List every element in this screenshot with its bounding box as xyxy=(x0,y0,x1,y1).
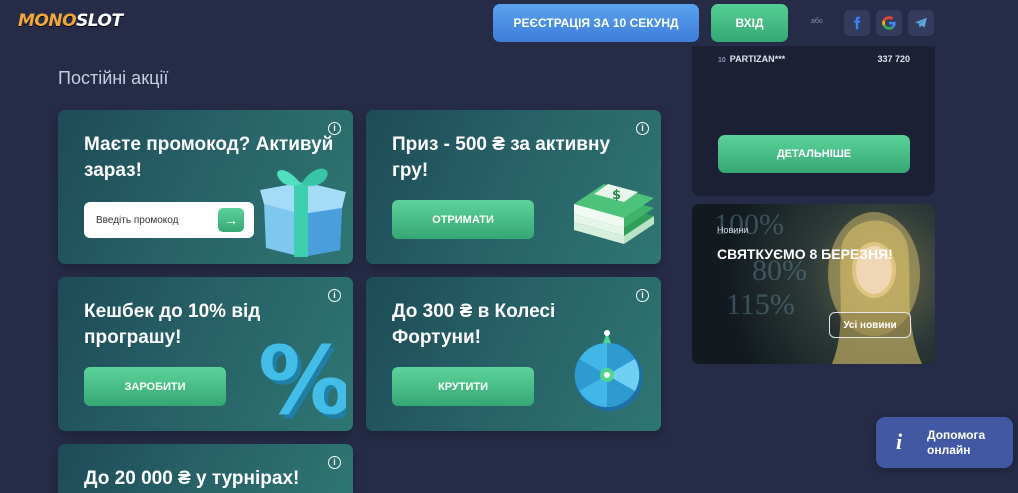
facebook-icon xyxy=(854,16,861,30)
info-icon[interactable]: i xyxy=(328,122,341,135)
leaderboard-rank: 10 xyxy=(718,57,726,64)
money-stack-icon: $ xyxy=(574,184,654,244)
promo-card-promocode: Маєте промокод? Активуй зараз! i → xyxy=(58,110,353,264)
register-button[interactable]: РЕЄСТРАЦІЯ ЗА 10 СЕКУНД xyxy=(493,4,699,42)
info-icon[interactable]: i xyxy=(636,122,649,135)
news-woman-image xyxy=(828,212,922,364)
or-label: або xyxy=(811,18,823,25)
site-logo[interactable]: MONOSLOT xyxy=(18,11,123,31)
promo-card-title: До 20 000 ₴ у турнірах! xyxy=(84,468,300,489)
help-label: Допомога онлайн xyxy=(927,428,986,457)
gift-box-icon xyxy=(260,168,346,257)
telegram-icon xyxy=(915,17,927,28)
all-news-button[interactable]: Усі новини xyxy=(829,312,911,338)
details-button[interactable]: ДЕТАЛЬНІШЕ xyxy=(718,135,910,173)
leaderboard-row: 10 PARTIZAN*** 337 720 xyxy=(718,54,910,64)
leaderboard-panel: 10 PARTIZAN*** 337 720 ДЕТАЛЬНІШЕ xyxy=(692,46,935,196)
arrow-right-icon: → xyxy=(224,212,238,228)
leaderboard-score: 337 720 xyxy=(877,54,910,64)
leaderboard-player: PARTIZAN*** xyxy=(729,54,786,64)
promo-card-tournaments: До 20 000 ₴ у турнірах! i xyxy=(58,444,353,493)
telegram-login-button[interactable] xyxy=(908,10,934,36)
login-button[interactable]: ВХІД xyxy=(711,4,788,42)
news-decor-number: 115% xyxy=(726,288,795,321)
facebook-login-button[interactable] xyxy=(844,10,870,36)
promocode-submit-button[interactable]: → xyxy=(218,208,244,232)
fortune-wheel-icon xyxy=(574,330,643,411)
svg-text:%: % xyxy=(258,335,346,427)
earn-button[interactable]: ЗАРОБИТИ xyxy=(84,367,226,406)
online-help-button[interactable]: i Допомога онлайн xyxy=(876,417,1013,468)
info-icon[interactable]: i xyxy=(328,289,341,302)
news-title: СВЯТКУЄМО 8 БЕРЕЗНЯ! xyxy=(717,246,893,262)
news-label: Новини xyxy=(717,225,749,235)
promo-card-prize: Приз - 500 ₴ за активну гру! i ОТРИМАТИ … xyxy=(366,110,661,264)
google-login-button[interactable] xyxy=(876,10,902,36)
info-icon[interactable]: i xyxy=(328,456,341,469)
info-icon: i xyxy=(896,429,903,454)
section-title: Постійні акції xyxy=(58,68,169,88)
percent-icon: % % xyxy=(258,335,346,427)
spin-button[interactable]: КРУТИТИ xyxy=(392,367,534,406)
news-card[interactable]: 100% 80% 115% Новини СВЯТКУЄМО 8 БЕРЕЗНЯ… xyxy=(692,204,935,364)
top-header: MONOSLOT РЕЄСТРАЦІЯ ЗА 10 СЕКУНД ВХІД аб… xyxy=(0,0,1018,46)
svg-text:$: $ xyxy=(612,188,621,203)
promo-card-wheel: До 300 ₴ в Колесі Фортуни! i КРУТИТИ xyxy=(366,277,661,431)
info-icon[interactable]: i xyxy=(636,289,649,302)
get-prize-button[interactable]: ОТРИМАТИ xyxy=(392,200,534,239)
promo-card-cashback: Кешбек до 10% від програшу! i ЗАРОБИТИ %… xyxy=(58,277,353,431)
google-icon xyxy=(882,16,896,30)
